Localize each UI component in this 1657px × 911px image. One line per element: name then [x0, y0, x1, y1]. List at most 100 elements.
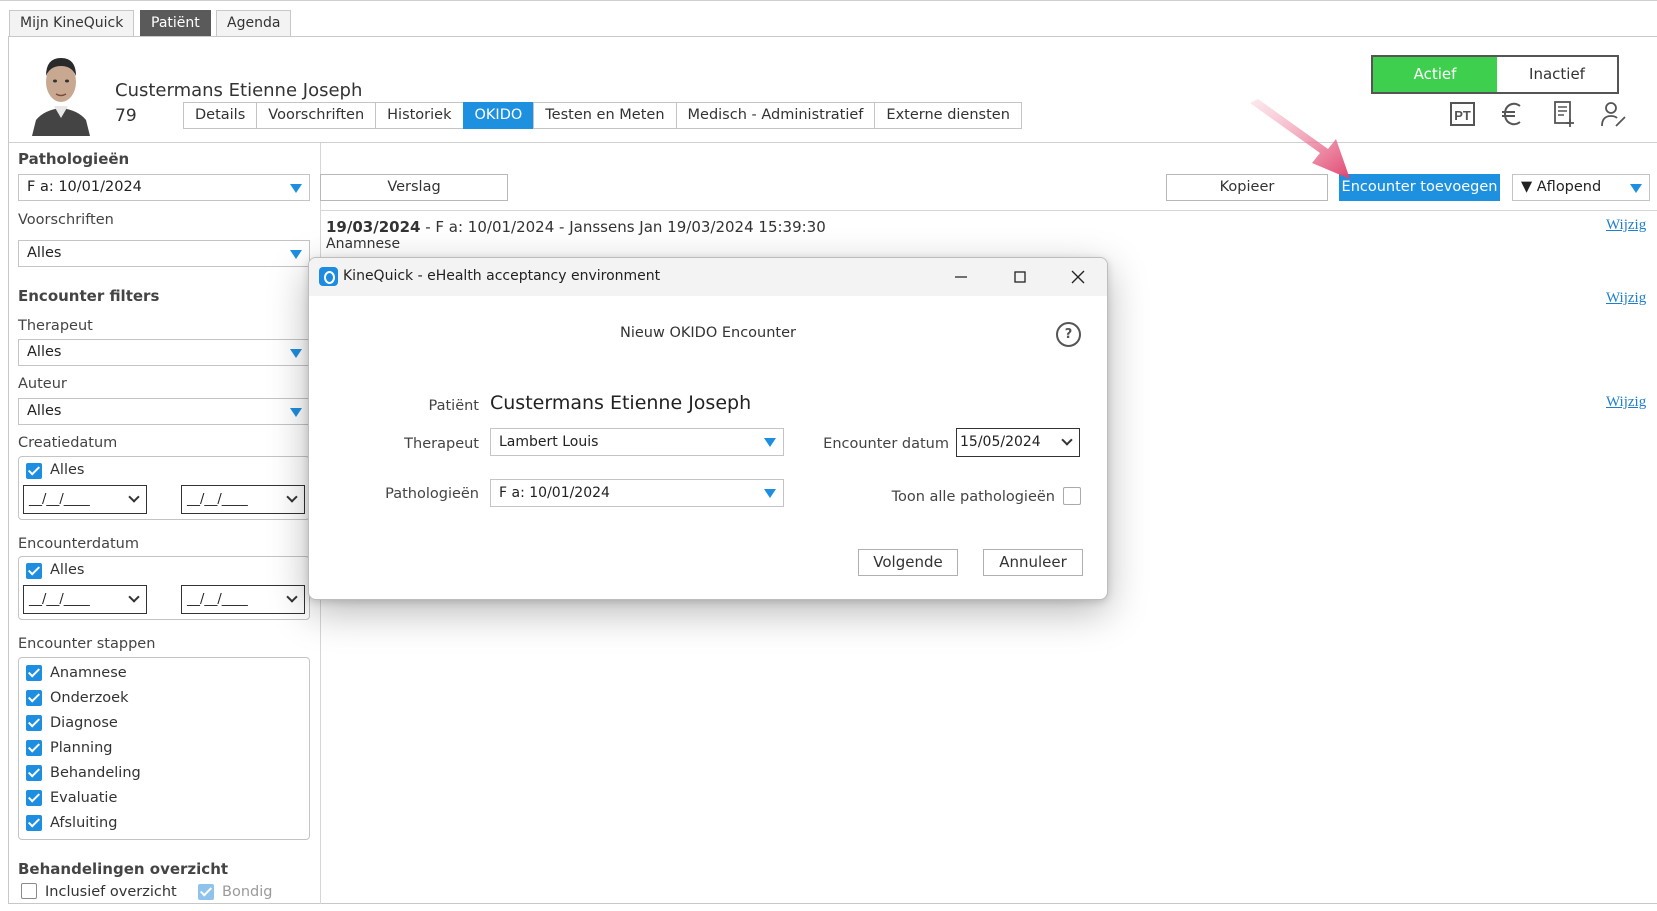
voorschriften-label: Voorschriften [18, 212, 114, 228]
creatiedatum-to-input[interactable]: __/__/____ [181, 485, 305, 514]
status-actief-button[interactable]: Actief [1373, 57, 1497, 92]
stap-planning-checkbox[interactable] [26, 740, 42, 756]
pathologieen-select[interactable]: F a: 10/01/2024 [18, 174, 310, 201]
dropdown-arrow-icon [764, 438, 776, 447]
subtab-externe-diensten[interactable]: Externe diensten [874, 102, 1022, 129]
encounter-filters-title: Encounter filters [18, 287, 160, 305]
dropdown-arrow-icon [290, 408, 302, 417]
user-edit-icon[interactable] [1599, 100, 1627, 128]
tab-mijn-kinequick[interactable]: Mijn KineQuick [9, 10, 135, 36]
chevron-down-icon [286, 591, 298, 603]
pathologieen-title: Pathologieën [18, 150, 130, 168]
tab-agenda[interactable]: Agenda [216, 10, 292, 36]
subtab-details[interactable]: Details [183, 102, 258, 129]
annuleer-button[interactable]: Annuleer [983, 549, 1083, 576]
svg-text:PT: PT [1454, 108, 1471, 123]
bondig-checkbox[interactable] [198, 884, 214, 900]
subtab-historiek[interactable]: Historiek [375, 102, 464, 129]
creatiedatum-all-checkbox[interactable] [26, 463, 42, 479]
encounterdatum-from-input[interactable]: __/__/____ [23, 585, 147, 614]
new-encounter-dialog: KineQuick - eHealth acceptancy environme… [308, 257, 1108, 600]
dialog-pathologieen-value: F a: 10/01/2024 [499, 485, 610, 501]
inclusief-overzicht-label: Inclusief overzicht [45, 884, 177, 900]
date-placeholder: __/__/____ [187, 492, 248, 507]
stap-onderzoek-label: Onderzoek [50, 690, 129, 706]
therapeut-select[interactable]: Alles [18, 339, 310, 366]
wijzig-link[interactable]: Wijzig [1606, 217, 1646, 234]
dialog-therapeut-select[interactable]: Lambert Louis [490, 428, 784, 456]
stap-behandeling-label: Behandeling [50, 765, 141, 781]
document-add-icon[interactable] [1549, 100, 1577, 128]
stap-evaluatie-label: Evaluatie [50, 790, 118, 806]
chevron-down-icon [286, 491, 298, 503]
maximize-icon[interactable] [1009, 266, 1031, 288]
top-border [0, 0, 1657, 1]
chevron-down-icon [128, 591, 140, 603]
stap-evaluatie-checkbox[interactable] [26, 790, 42, 806]
stap-behandeling-checkbox[interactable] [26, 765, 42, 781]
date-placeholder: __/__/____ [29, 492, 90, 507]
therapeut-select-value: Alles [27, 344, 62, 360]
encounterdatum-all-checkbox[interactable] [26, 563, 42, 579]
subtab-okido[interactable]: OKIDO [462, 102, 535, 129]
subtab-testen-en-meten[interactable]: Testen en Meten [533, 102, 677, 129]
patient-subtabs: Details Voorschriften Historiek OKIDO Te… [183, 102, 1022, 129]
status-inactief-button[interactable]: Inactief [1497, 57, 1617, 92]
auteur-select[interactable]: Alles [18, 398, 310, 425]
dialog-therapeut-value: Lambert Louis [499, 434, 599, 450]
wijzig-link[interactable]: Wijzig [1606, 290, 1646, 307]
auteur-label: Auteur [18, 376, 67, 392]
dialog-encounter-datum-input[interactable]: 15/05/2024 [956, 428, 1080, 457]
dropdown-arrow-icon [290, 349, 302, 358]
stap-diagnose-checkbox[interactable] [26, 715, 42, 731]
close-icon[interactable] [1067, 266, 1089, 288]
subtab-voorschriften[interactable]: Voorschriften [256, 102, 377, 129]
encounter-toevoegen-button[interactable]: Encounter toevoegen [1339, 174, 1500, 201]
euro-icon[interactable] [1499, 100, 1527, 128]
behandelingen-overzicht-title: Behandelingen overzicht [18, 860, 229, 878]
patient-avatar [30, 48, 92, 136]
inclusief-overzicht-checkbox[interactable] [21, 883, 37, 899]
encounterdatum-label: Encounterdatum [18, 536, 139, 552]
stap-diagnose-label: Diagnose [50, 715, 118, 731]
tab-patient[interactable]: Patiënt [140, 10, 211, 36]
chevron-down-icon [128, 491, 140, 503]
encounter-date: 19/03/2024 [326, 218, 421, 236]
creatiedatum-all-label: Alles [50, 462, 85, 478]
subtab-medisch-administratief[interactable]: Medisch - Administratief [675, 102, 876, 129]
status-toggle: Actief Inactief [1371, 55, 1619, 94]
patient-number: 79 [115, 106, 137, 126]
wijzig-link[interactable]: Wijzig [1606, 394, 1646, 411]
stap-planning-label: Planning [50, 740, 113, 756]
encounterdatum-to-input[interactable]: __/__/____ [181, 585, 305, 614]
chevron-down-icon [1061, 434, 1073, 446]
patient-name: Custermans Etienne Joseph [115, 80, 363, 101]
date-placeholder: __/__/____ [29, 592, 90, 607]
stap-afsluiting-checkbox[interactable] [26, 815, 42, 831]
date-placeholder: __/__/____ [187, 592, 248, 607]
kinequick-logo-icon [319, 267, 338, 286]
stap-onderzoek-checkbox[interactable] [26, 690, 42, 706]
minimize-icon[interactable] [950, 266, 972, 288]
verslag-button[interactable]: Verslag [320, 174, 508, 201]
voorschriften-select-value: Alles [27, 245, 62, 261]
dialog-titlebar: KineQuick - eHealth acceptancy environme… [309, 258, 1107, 296]
pathologieen-select-value: F a: 10/01/2024 [27, 179, 142, 195]
voorschriften-select[interactable]: Alles [18, 240, 310, 267]
stap-afsluiting-label: Afsluiting [50, 815, 118, 831]
toon-alle-pathologieen-checkbox[interactable] [1063, 487, 1081, 505]
encounter-stappen-label: Encounter stappen [18, 636, 156, 652]
help-icon[interactable]: ? [1056, 322, 1081, 347]
header-divider [9, 142, 1657, 143]
pt-icon[interactable]: PT [1449, 100, 1477, 128]
volgende-button[interactable]: Volgende [858, 549, 958, 576]
therapeut-label: Therapeut [18, 318, 93, 334]
bondig-label: Bondig [222, 884, 273, 900]
dialog-pathologieen-select[interactable]: F a: 10/01/2024 [490, 479, 784, 507]
pointer-arrow-icon [1240, 95, 1360, 185]
dialog-heading: Nieuw OKIDO Encounter [620, 325, 796, 341]
stap-anamnese-checkbox[interactable] [26, 665, 42, 681]
creatiedatum-from-input[interactable]: __/__/____ [23, 485, 147, 514]
dropdown-arrow-icon [1630, 184, 1642, 193]
sort-order-select[interactable]: ▼ Aflopend [1512, 174, 1650, 201]
